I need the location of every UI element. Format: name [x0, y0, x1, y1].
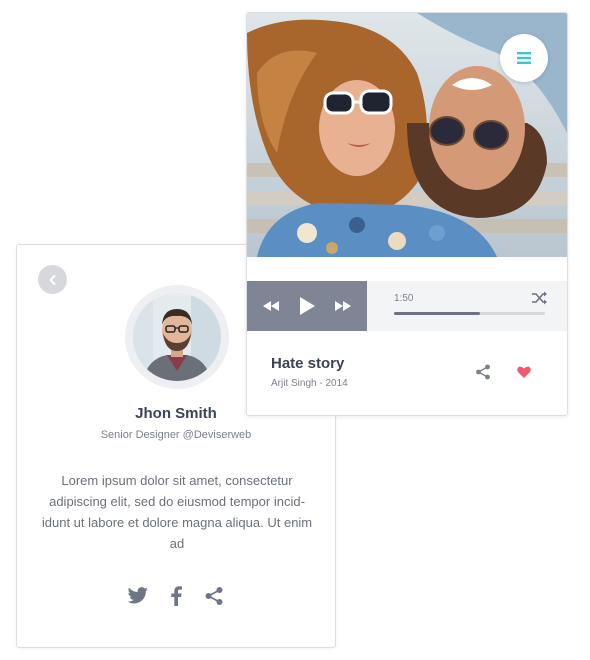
progress-fill — [394, 312, 481, 315]
play-button[interactable] — [299, 297, 315, 315]
play-icon — [300, 297, 315, 315]
facebook-icon — [171, 586, 182, 606]
rewind-button[interactable] — [263, 301, 279, 311]
share-icon[interactable] — [475, 364, 491, 380]
back-button[interactable] — [38, 265, 67, 294]
twitter-link[interactable] — [126, 585, 150, 607]
shuffle-icon[interactable] — [532, 291, 548, 305]
progress-bar[interactable] — [394, 312, 545, 315]
song-artist-year: Arjit Singh - 2014 — [271, 378, 348, 389]
fast-forward-icon — [335, 301, 351, 311]
menu-icon — [517, 52, 531, 64]
facebook-link[interactable] — [164, 585, 188, 607]
share-icon — [205, 587, 223, 605]
progress-area: 1:50 — [367, 281, 567, 331]
chevron-left-icon — [49, 274, 55, 285]
menu-button[interactable] — [500, 34, 548, 82]
rewind-icon — [263, 301, 279, 311]
social-links — [17, 585, 335, 607]
playback-controls — [247, 281, 367, 331]
fast-forward-button[interactable] — [335, 301, 351, 311]
music-player-card: 1:50 Hate story Arjit Singh - 2014 — [246, 12, 568, 416]
avatar — [133, 293, 221, 381]
twitter-icon — [127, 587, 148, 604]
profile-bio: Lorem ipsum dolor sit amet, consectetur … — [41, 473, 313, 551]
song-title: Hate story — [271, 355, 345, 372]
avatar-ring — [125, 285, 229, 389]
profile-role: Senior Designer @Deviserweb — [100, 429, 252, 441]
heart-icon[interactable] — [517, 365, 531, 379]
elapsed-time: 1:50 — [394, 293, 414, 304]
share-link[interactable] — [202, 585, 226, 607]
